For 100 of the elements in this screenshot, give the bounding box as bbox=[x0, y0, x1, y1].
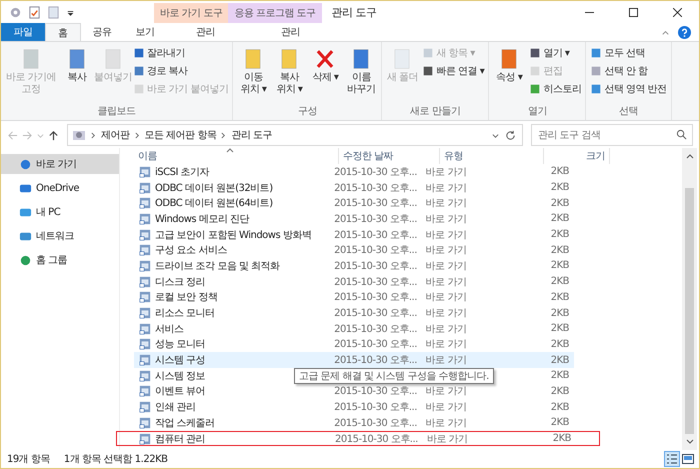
type-text: 바로 가기 bbox=[426, 166, 466, 179]
refresh-icon[interactable] bbox=[505, 130, 516, 140]
breadcrumb[interactable]: 제어판 bbox=[101, 128, 130, 142]
group-label: 클립보드 bbox=[96, 105, 137, 119]
tooltip: 고급 문제 해결 및 시스템 구성을 수행합니다. bbox=[294, 368, 494, 384]
context-tab-header: 바로 가기 도구 bbox=[154, 3, 228, 23]
breadcrumb[interactable]: 모든 제어판 항목 bbox=[144, 128, 216, 142]
shortcut-icon bbox=[139, 212, 151, 225]
shortcut-icon bbox=[139, 354, 151, 366]
ribbon-button[interactable]: 이름 바꾸기 bbox=[343, 44, 380, 104]
file-name: iSCSI 초기자 bbox=[155, 166, 210, 179]
maximize-icon bbox=[628, 8, 638, 16]
ribbon-button[interactable]: 속성 ▾ bbox=[491, 44, 528, 104]
chevron-icon bbox=[91, 132, 96, 138]
type-text: 바로 가기 bbox=[426, 385, 466, 398]
help-icon[interactable] bbox=[678, 26, 691, 38]
sidebar-item[interactable]: 바로 가기 bbox=[1, 154, 119, 174]
size-text: 2KB bbox=[550, 338, 570, 350]
ribbon-button[interactable]: 선택 영역 반전 bbox=[588, 80, 669, 97]
thumbnail-view-icon[interactable] bbox=[681, 452, 695, 466]
chevron-icon bbox=[134, 132, 140, 138]
date-text: 2015-10-30 오후... bbox=[334, 276, 417, 289]
type-text: 바로 가기 bbox=[427, 432, 468, 446]
type-text: 바로 가기 bbox=[426, 212, 466, 226]
size-text: 2KB bbox=[550, 323, 570, 334]
shortcut-icon bbox=[139, 244, 151, 256]
shortcut-icon bbox=[139, 432, 151, 445]
type-text: 바로 가기 bbox=[426, 228, 466, 242]
sidebar-item[interactable]: 내 PC bbox=[1, 202, 119, 222]
date-text: 2015-10-30 오후... bbox=[334, 228, 417, 242]
ribbon-button[interactable]: 삭제 ▾ bbox=[307, 44, 344, 104]
column-header[interactable]: 유형 bbox=[440, 148, 544, 164]
sidebar-item[interactable]: OneDrive bbox=[1, 178, 119, 198]
column-header[interactable]: 크기 bbox=[544, 148, 610, 164]
shortcut-icon bbox=[139, 182, 151, 194]
scroll-up-icon[interactable] bbox=[686, 153, 694, 159]
file-name: 리소스 모니터 bbox=[155, 307, 215, 320]
ribbon-button[interactable]: 경로 복사 bbox=[131, 62, 230, 79]
file-name: 시스템 정보 bbox=[155, 370, 206, 383]
size-text: 2KB bbox=[550, 292, 570, 303]
file-name: 고급 보안이 포함된 Windows 방화벽 bbox=[155, 228, 312, 242]
size-text: 2KB bbox=[550, 229, 570, 240]
shortcut-icon bbox=[139, 370, 151, 382]
file-name: 성능 모니터 bbox=[155, 338, 206, 352]
details-view-icon[interactable] bbox=[665, 452, 679, 466]
type-text: 바로 가기 bbox=[426, 197, 466, 210]
file-name: 디스크 정리 bbox=[155, 276, 206, 289]
sidebar-item[interactable]: 홈 그룹 bbox=[1, 250, 119, 270]
date-text: 2015-10-30 오후... bbox=[334, 338, 417, 352]
ribbon-button[interactable]: 잘라내기 bbox=[131, 44, 230, 61]
group-label: 열기 bbox=[526, 105, 548, 119]
scrollbar[interactable] bbox=[682, 148, 697, 450]
file-row[interactable]: 컴퓨터 관리 2015-10-30 오후... 바로 가기 2KB bbox=[116, 430, 600, 446]
ribbon-tab[interactable]: 홈 bbox=[45, 23, 80, 41]
size-text: 2KB bbox=[550, 386, 570, 397]
selection-info: 1개 항목 선택함 1.22KB bbox=[64, 453, 168, 466]
shortcut-icon bbox=[139, 276, 151, 288]
ribbon-button[interactable]: 모두 선택 bbox=[588, 44, 669, 61]
column-header[interactable]: 이름 bbox=[134, 148, 339, 164]
ribbon-button[interactable]: 이동 위치 ▾ bbox=[235, 44, 272, 104]
ribbon-button[interactable]: 히스토리 bbox=[527, 80, 584, 97]
date-text: 2015-10-30 오후... bbox=[334, 416, 417, 430]
shortcut-icon bbox=[139, 260, 151, 272]
ribbon-tab[interactable]: 파일 bbox=[1, 23, 45, 41]
file-row[interactable]: 시스템 구성 2015-10-30 오후... 바로 가기 2KB bbox=[134, 352, 574, 368]
search-icon bbox=[676, 129, 687, 140]
type-text: 바로 가기 bbox=[426, 291, 466, 304]
dropdown-icon[interactable] bbox=[492, 132, 499, 138]
size-text: 2KB bbox=[550, 308, 570, 319]
ribbon-button[interactable]: 선택 안 함 bbox=[588, 62, 669, 79]
file-name: 이벤트 뷰어 bbox=[155, 385, 206, 398]
address-bar[interactable]: 제어판 모든 제어판 항목 관리 도구 bbox=[67, 124, 523, 146]
date-text: 2015-10-30 오후... bbox=[334, 197, 417, 210]
search-field[interactable]: 관리 도구 검색 bbox=[531, 124, 693, 146]
date-text: 2015-10-30 오후... bbox=[334, 291, 417, 304]
size-text: 2KB bbox=[550, 182, 570, 194]
ribbon-button[interactable]: 복사 bbox=[59, 44, 95, 104]
group-label: 구성 bbox=[296, 105, 318, 119]
scroll-down-icon[interactable] bbox=[686, 439, 694, 445]
file-name: 인쇄 관리 bbox=[155, 401, 196, 414]
sidebar-item[interactable]: 네트워크 bbox=[1, 226, 119, 246]
size-text: 2KB bbox=[550, 213, 570, 224]
size-text: 2KB bbox=[550, 276, 570, 288]
breadcrumb[interactable]: 관리 도구 bbox=[231, 128, 272, 142]
date-text: 2015-10-30 오후... bbox=[334, 166, 417, 179]
size-text: 2KB bbox=[550, 370, 570, 382]
ribbon-button[interactable]: 복사 위치 ▾ bbox=[271, 44, 308, 104]
column-header[interactable]: 수정한 날짜 bbox=[339, 148, 440, 164]
date-text: 2015-10-30 오후... bbox=[334, 401, 417, 414]
date-text: 2015-10-30 오후... bbox=[335, 432, 418, 446]
ribbon-button[interactable]: 빠른 연결 ▾ bbox=[420, 62, 486, 79]
checkmark-document-icon[interactable] bbox=[28, 6, 41, 18]
file-name: 서비스 bbox=[155, 322, 184, 336]
shortcut-icon bbox=[139, 228, 151, 241]
file-name: 작업 스케줄러 bbox=[155, 416, 215, 430]
up-arrow-icon[interactable] bbox=[48, 130, 59, 140]
chevron-icon bbox=[221, 132, 226, 138]
file-name: 컴퓨터 관리 bbox=[155, 432, 206, 446]
file-name: ODBC 데이터 원본(32비트) bbox=[155, 182, 273, 195]
ribbon-button[interactable]: 열기 ▾ bbox=[527, 44, 584, 61]
